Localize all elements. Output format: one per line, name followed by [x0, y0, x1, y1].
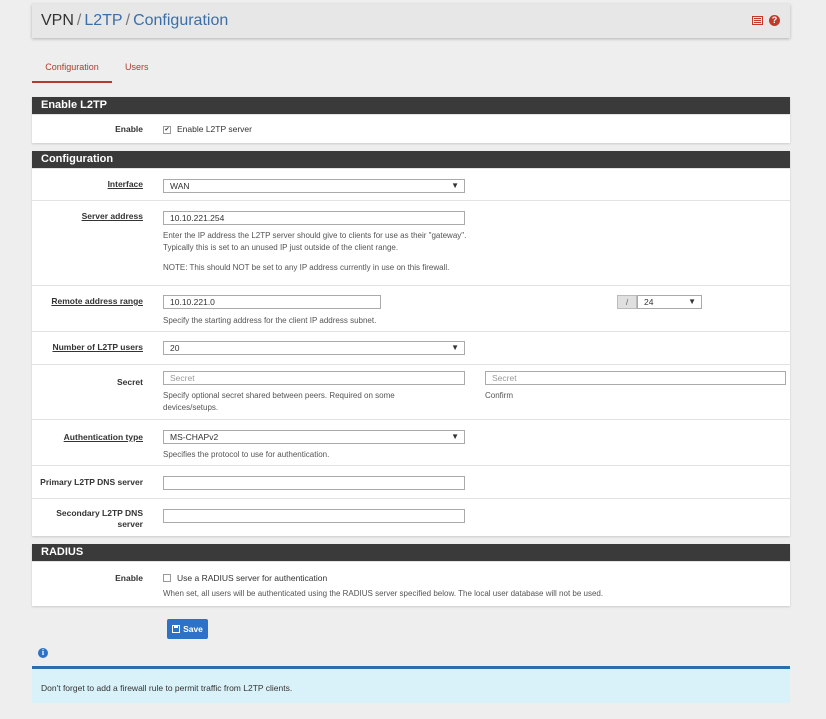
interface-value: WAN — [170, 181, 190, 191]
radius-enable-label: Enable — [115, 573, 143, 583]
floppy-disk-icon — [172, 625, 181, 633]
remote-range-help: Specify the starting address for the cli… — [163, 316, 377, 325]
panel-heading: RADIUS — [32, 544, 790, 561]
secondary-dns-label-line-2: server — [117, 519, 143, 529]
radius-checkbox-label: Use a RADIUS server for authentication — [177, 573, 328, 583]
radius-checkbox[interactable] — [163, 574, 171, 582]
tab-users[interactable]: Users — [125, 60, 149, 81]
header-icons: ? — [752, 15, 780, 26]
radius-enable-row: Enable Use a RADIUS server for authentic… — [32, 561, 790, 607]
caret-down-icon: ▼ — [688, 297, 696, 306]
enable-label: Enable — [115, 124, 143, 134]
secondary-dns-label-line-1: Secondary L2TP DNS — [56, 508, 143, 518]
secondary-dns-label: Secondary L2TP DNS server — [56, 508, 143, 530]
radius-panel: RADIUS Enable Use a RADIUS server for au… — [32, 544, 790, 606]
num-users-select[interactable]: 20 ▼ — [163, 341, 465, 355]
caret-down-icon: ▼ — [451, 343, 459, 352]
panel-heading: Enable L2TP — [32, 97, 790, 114]
caret-down-icon: ▼ — [451, 181, 459, 190]
help-icon[interactable]: ? — [769, 15, 780, 26]
secret-help-1: Specify optional secret shared between p… — [163, 391, 395, 400]
server-address-input[interactable]: 10.10.221.254 — [163, 211, 465, 225]
interface-row: Interface WAN ▼ — [32, 168, 790, 200]
breadcrumb-configuration[interactable]: Configuration — [133, 12, 228, 29]
auth-type-help: Specifies the protocol to use for authen… — [163, 450, 330, 459]
info-alert: Don't forget to add a firewall rule to p… — [32, 666, 790, 703]
breadcrumb-l2tp[interactable]: L2TP — [84, 12, 122, 29]
info-icon: i — [38, 648, 48, 658]
num-users-value: 20 — [170, 343, 180, 353]
auth-type-select[interactable]: MS-CHAPv2 ▼ — [163, 430, 465, 444]
num-users-label: Number of L2TP users — [52, 342, 143, 352]
info-alert-text: Don't forget to add a firewall rule to p… — [41, 683, 293, 693]
secondary-dns-row: Secondary L2TP DNS server — [32, 498, 790, 538]
cidr-mask-select[interactable]: 24 ▼ — [637, 295, 702, 309]
secret-confirm-input[interactable]: Secret — [485, 371, 786, 385]
primary-dns-input[interactable] — [163, 476, 465, 490]
breadcrumb-vpn: VPN — [41, 12, 74, 29]
secret-input[interactable]: Secret — [163, 371, 465, 385]
caret-down-icon: ▼ — [451, 432, 459, 441]
cidr-slash: / — [617, 295, 637, 309]
interface-label: Interface — [107, 179, 143, 189]
breadcrumb-separator: / — [125, 12, 131, 29]
secondary-dns-input[interactable] — [163, 509, 465, 523]
auth-type-value: MS-CHAPv2 — [170, 432, 219, 442]
primary-dns-label: Primary L2TP DNS server — [40, 477, 143, 487]
list-icon[interactable] — [752, 16, 763, 25]
secret-confirm-label: Confirm — [485, 391, 514, 400]
auth-type-label: Authentication type — [63, 432, 143, 442]
server-address-note: NOTE: This should NOT be set to any IP a… — [163, 263, 450, 272]
configuration-panel: Configuration Interface WAN ▼ Server add… — [32, 151, 790, 536]
tab-configuration[interactable]: Configuration — [32, 60, 112, 83]
panel-heading: Configuration — [32, 151, 790, 168]
server-address-help-2: Typically this is set to an unused IP ju… — [163, 243, 399, 252]
server-address-row: Server address 10.10.221.254 Enter the I… — [32, 200, 790, 285]
remote-range-label: Remote address range — [51, 296, 143, 306]
num-users-row: Number of L2TP users 20 ▼ — [32, 331, 790, 364]
server-address-help-1: Enter the IP address the L2TP server sho… — [163, 231, 467, 240]
radius-help: When set, all users will be authenticate… — [163, 589, 604, 598]
interface-select[interactable]: WAN ▼ — [163, 179, 465, 193]
server-address-label: Server address — [81, 211, 143, 221]
page: VPN / L2TP / Configuration ? Configuration U… — [0, 0, 826, 719]
cidr-mask-value: 24 — [644, 297, 654, 307]
enable-l2tp-checkbox-label: Enable L2TP server — [177, 124, 252, 134]
enable-l2tp-panel: Enable L2TP Enable ✔ Enable L2TP server — [32, 97, 790, 143]
secret-help-2: devices/setups. — [163, 403, 219, 412]
auth-type-row: Authentication type MS-CHAPv2 ▼ Specifie… — [32, 419, 790, 465]
enable-l2tp-checkbox[interactable]: ✔ — [163, 126, 171, 134]
remote-range-input[interactable]: 10.10.221.0 — [163, 295, 381, 309]
primary-dns-row: Primary L2TP DNS server — [32, 465, 790, 498]
save-button[interactable]: Save — [167, 619, 208, 639]
save-button-label: Save — [183, 624, 203, 634]
breadcrumb-separator: / — [76, 12, 82, 29]
secret-row: Secret Secret Secret Specify optional se… — [32, 364, 790, 419]
breadcrumb: VPN / L2TP / Configuration — [41, 12, 228, 30]
page-header: VPN / L2TP / Configuration ? — [32, 4, 790, 38]
remote-range-row: Remote address range 10.10.221.0 / 24 ▼ … — [32, 285, 790, 331]
secret-label: Secret — [117, 377, 143, 387]
enable-row: Enable ✔ Enable L2TP server — [32, 114, 790, 144]
